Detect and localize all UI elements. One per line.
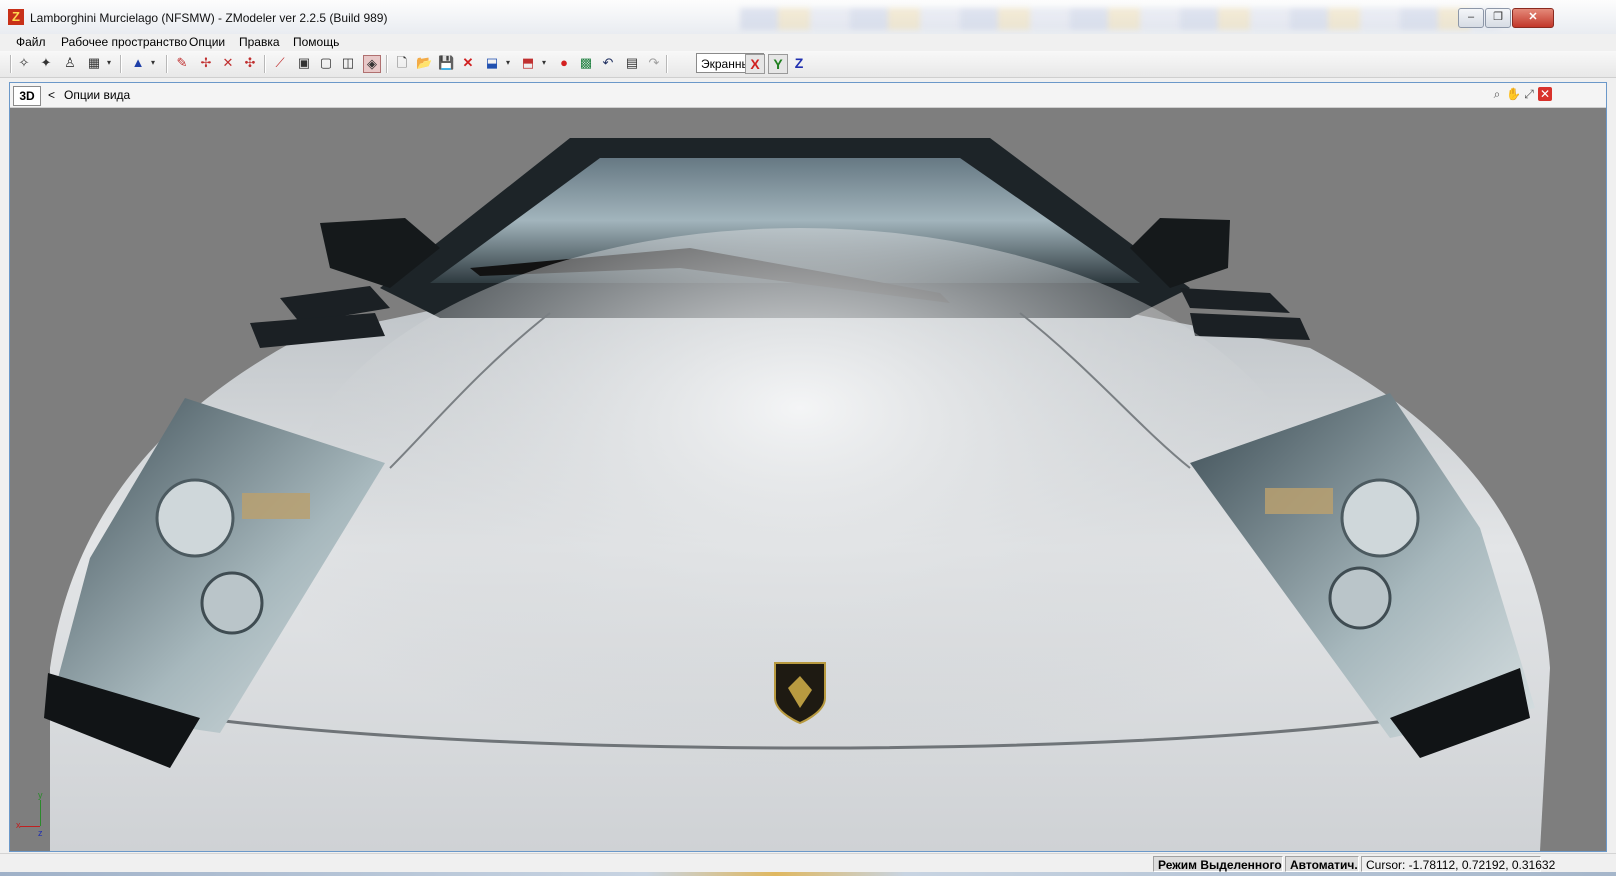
delete-icon[interactable]: ✕ [460, 55, 476, 71]
menu-options[interactable]: Опции [189, 34, 225, 50]
window-title: Lamborghini Murcielago (NFSMW) - ZModele… [30, 11, 388, 25]
box-side-icon[interactable]: ▢ [318, 55, 334, 71]
menu-workspace[interactable]: Рабочее пространство [61, 34, 187, 50]
viewport-header: 3D < Опции вида ⌕ ✋ ⤢ ✕ [10, 83, 1606, 108]
move-icon[interactable]: ✢ [198, 55, 214, 71]
toolbar-separator [10, 55, 12, 73]
axis-z-label: z [38, 828, 43, 838]
select-dropdown-icon[interactable]: ▾ [104, 55, 114, 71]
create-dropdown-icon[interactable]: ▾ [148, 55, 158, 71]
status-bar: Режим Выделенного Автоматич. Cursor: -1.… [0, 853, 1616, 874]
line-icon[interactable]: ⟋ [272, 55, 288, 71]
select-object-icon[interactable]: ♙ [62, 55, 78, 71]
save-file-icon[interactable]: 💾 [438, 55, 454, 71]
box-iso-icon[interactable]: ◫ [340, 55, 356, 71]
viewport-back-button[interactable]: < [48, 88, 55, 102]
axis-y-label: y [38, 790, 43, 800]
axis-y-toggle[interactable]: Y [768, 54, 788, 74]
toolbar-separator [386, 55, 388, 73]
toolbar-separator [264, 55, 266, 73]
status-cursor: Cursor: -1.78112, 0.72192, 0.31632 [1361, 856, 1555, 872]
select-group-icon[interactable]: ▦ [86, 55, 102, 71]
scale-icon[interactable]: ✣ [242, 55, 258, 71]
undo-dropdown-icon[interactable]: ▾ [539, 55, 549, 71]
title-bar: Z Lamborghini Murcielago (NFSMW) - ZMode… [0, 0, 1616, 35]
menu-edit[interactable]: Правка [239, 34, 280, 50]
select-face-icon[interactable]: ✦ [38, 55, 54, 71]
maximize-icon[interactable]: ⤢ [1522, 87, 1536, 101]
box-front-icon[interactable]: ▣ [296, 55, 312, 71]
close-view-icon[interactable]: ✕ [1538, 87, 1552, 101]
pan-icon[interactable]: ✋ [1506, 87, 1521, 101]
rotate-icon[interactable]: ✕ [220, 55, 236, 71]
create-cone-icon[interactable]: ▲ [130, 55, 146, 71]
menu-bar: Файл Рабочее пространство Опции Правка П… [0, 34, 1616, 50]
menu-file[interactable]: Файл [16, 34, 46, 50]
import-dropdown-icon[interactable]: ▾ [503, 55, 513, 71]
axis-x-toggle[interactable]: X [745, 54, 765, 74]
viewport-3d[interactable]: 3D < Опции вида ⌕ ✋ ⤢ ✕ y x z [9, 82, 1607, 852]
main-toolbar: ✧ ✦ ♙ ▦ ▾ ▲ ▾ ✎ ✢ ✕ ✣ ⟋ ▣ ▢ ◫ ◈ 🗋 📂 💾 ✕ … [0, 51, 1616, 78]
axis-x-label: x [16, 820, 21, 830]
toolbar-separator [666, 55, 668, 73]
taskbar-strip [0, 872, 1616, 876]
axis-z-toggle[interactable]: Z [790, 54, 808, 72]
app-logo-icon: Z [8, 9, 24, 25]
undo-history-icon[interactable]: ⬒ [520, 55, 536, 71]
car-render [10, 108, 1606, 851]
import-icon[interactable]: ⬓ [484, 55, 500, 71]
close-button[interactable]: ✕ [1512, 8, 1554, 28]
scene-render[interactable]: y x z [10, 108, 1606, 851]
box-selected-icon[interactable]: ◈ [363, 55, 381, 73]
select-vertex-icon[interactable]: ✧ [16, 55, 32, 71]
record-icon[interactable]: ● [556, 55, 572, 71]
viewport-mode-button[interactable]: 3D [13, 86, 41, 106]
magnify-icon[interactable]: ⌕ [1490, 87, 1504, 101]
toolbar-separator [120, 55, 122, 73]
minimize-button[interactable]: – [1458, 8, 1484, 28]
texture-icon[interactable]: ▩ [578, 55, 594, 71]
viewport-options-link[interactable]: Опции вида [64, 88, 130, 102]
undo-icon[interactable]: ↶ [600, 55, 616, 71]
title-bar-background [740, 8, 1500, 30]
toolbar-separator [166, 55, 168, 73]
axis-indicator: y x z [16, 790, 56, 838]
properties-icon[interactable]: ▤ [624, 55, 640, 71]
status-auto: Автоматич. [1285, 856, 1359, 872]
redo-icon[interactable]: ↷ [646, 55, 662, 71]
open-file-icon[interactable]: 📂 [416, 55, 432, 71]
view-mode-value: Экранны [701, 57, 751, 71]
new-file-icon[interactable]: 🗋 [394, 55, 410, 71]
menu-help[interactable]: Помощь [293, 34, 339, 50]
status-mode: Режим Выделенного [1153, 856, 1283, 872]
restore-button[interactable]: ❐ [1485, 8, 1511, 28]
paint-icon[interactable]: ✎ [174, 55, 190, 71]
